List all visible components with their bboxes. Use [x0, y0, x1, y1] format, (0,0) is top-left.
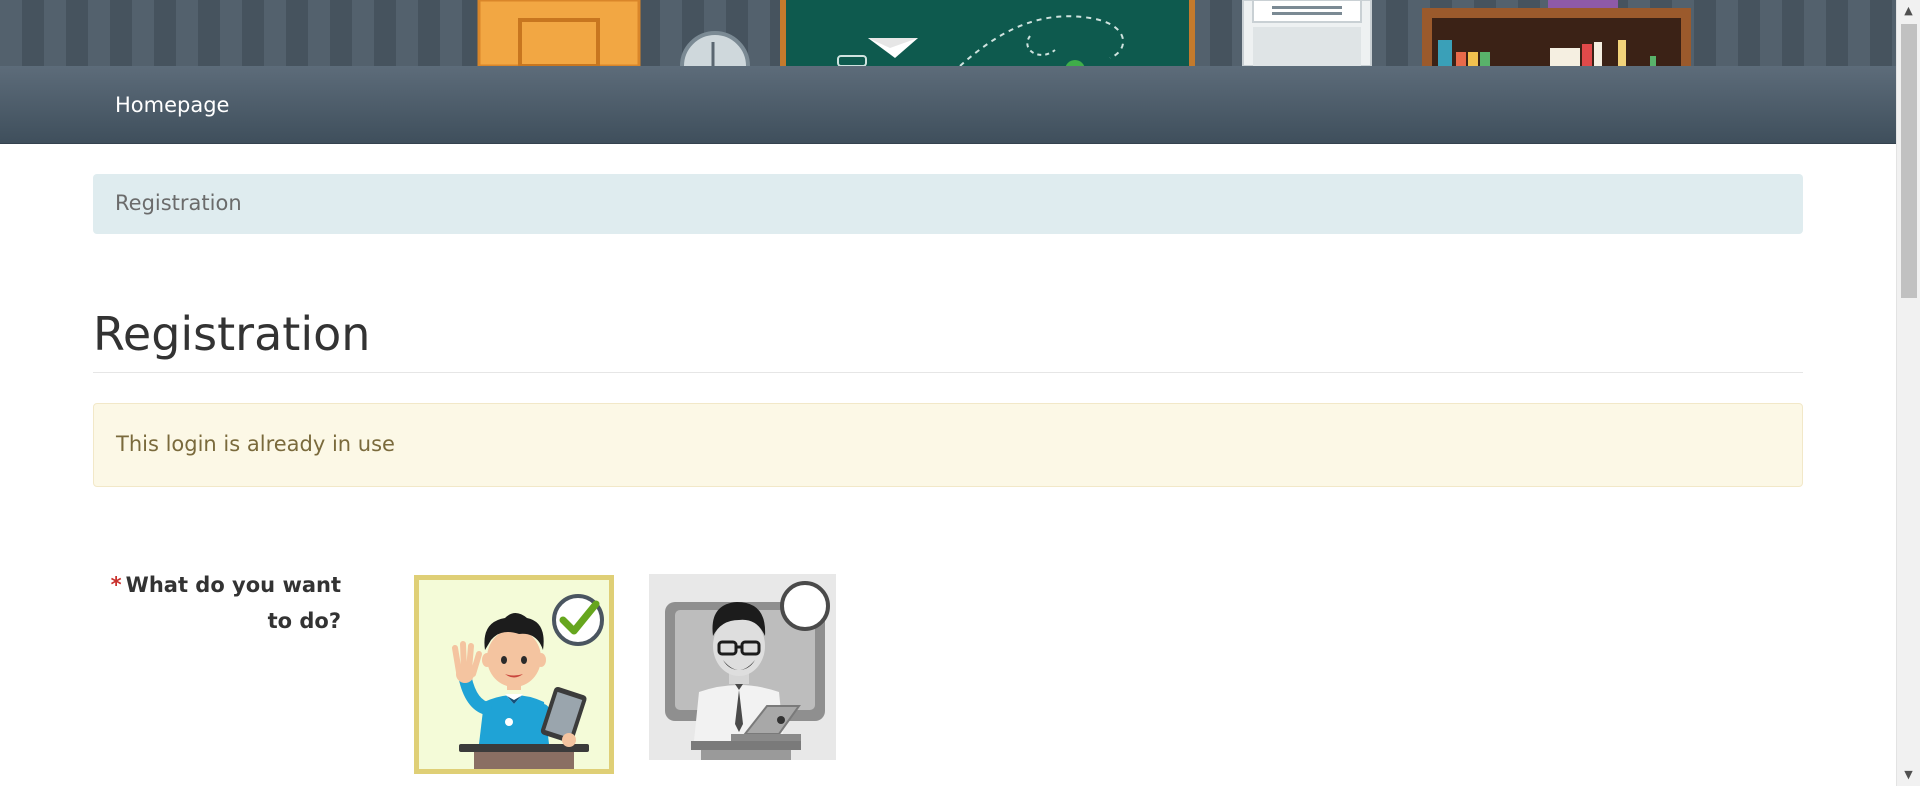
question-text: What do you want to do?: [125, 573, 341, 633]
breadcrumb-current: Registration: [115, 191, 242, 215]
unselected-radio-icon: [780, 581, 830, 631]
nav-link-homepage[interactable]: Homepage: [115, 93, 229, 117]
scroll-down-arrow-icon[interactable]: ▼: [1897, 764, 1920, 786]
title-divider: [93, 372, 1803, 373]
warning-alert: This login is already in use: [93, 403, 1803, 487]
page-scrollbar[interactable]: ▲ ▼: [1896, 0, 1920, 786]
scroll-up-arrow-icon[interactable]: ▲: [1897, 0, 1920, 22]
main-navbar: Homepage: [0, 66, 1896, 144]
header-banner: [0, 0, 1896, 66]
role-option-teacher[interactable]: [649, 574, 836, 760]
role-option-learner[interactable]: [414, 575, 614, 774]
breadcrumb: Registration: [93, 174, 1803, 234]
page-title: Registration: [93, 307, 371, 361]
alert-message: This login is already in use: [116, 432, 395, 456]
classroom-banner-illustration: [477, 0, 1691, 66]
required-marker: *: [110, 573, 122, 597]
scrollbar-thumb[interactable]: [1901, 24, 1917, 298]
role-question-label: * What do you want to do?: [95, 567, 341, 639]
selected-check-icon: [552, 594, 604, 646]
